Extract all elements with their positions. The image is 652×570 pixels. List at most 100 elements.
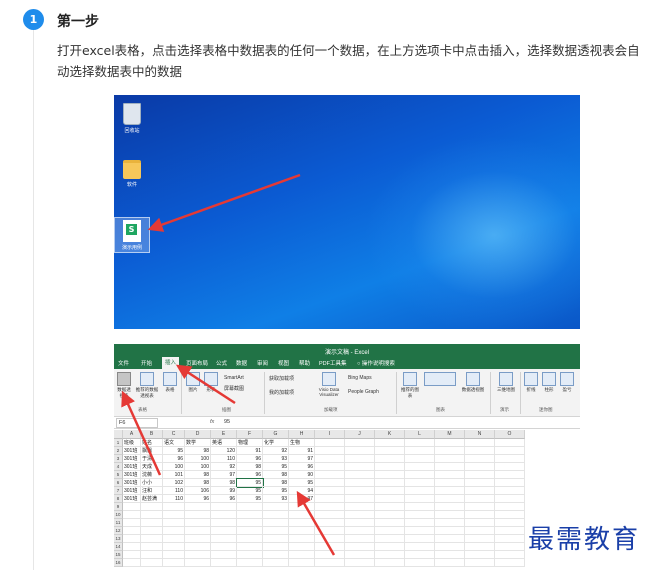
empty-cell[interactable] (263, 527, 289, 535)
data-cell[interactable]: 92 (263, 447, 289, 455)
empty-cell[interactable] (263, 551, 289, 559)
empty-cell[interactable] (345, 527, 375, 535)
empty-cell[interactable] (405, 503, 435, 511)
empty-cell[interactable] (315, 527, 345, 535)
empty-cell[interactable] (123, 559, 141, 567)
empty-cell[interactable] (495, 527, 525, 535)
data-cell[interactable]: 97 (289, 495, 315, 503)
row-header[interactable]: 16 (114, 559, 123, 567)
empty-cell[interactable] (345, 519, 375, 527)
empty-cell[interactable] (211, 535, 237, 543)
empty-cell[interactable] (263, 535, 289, 543)
data-cell[interactable]: 赵芸满 (141, 495, 163, 503)
empty-cell[interactable] (237, 559, 263, 567)
column-header[interactable]: K (375, 430, 405, 439)
empty-cell[interactable] (315, 455, 345, 463)
empty-cell[interactable] (263, 543, 289, 551)
empty-cell[interactable] (495, 543, 525, 551)
empty-cell[interactable] (141, 551, 163, 559)
empty-cell[interactable] (495, 439, 525, 447)
data-cell[interactable]: 98 (185, 471, 211, 479)
empty-cell[interactable] (163, 503, 185, 511)
data-cell[interactable]: 95 (163, 447, 185, 455)
data-cell[interactable]: 102 (163, 479, 185, 487)
empty-cell[interactable] (465, 519, 495, 527)
empty-cell[interactable] (315, 559, 345, 567)
empty-cell[interactable] (345, 495, 375, 503)
empty-cell[interactable] (375, 463, 405, 471)
pivot-chart-button[interactable]: 数据透视图 (460, 372, 486, 393)
empty-cell[interactable] (345, 455, 375, 463)
empty-cell[interactable] (405, 527, 435, 535)
empty-cell[interactable] (315, 551, 345, 559)
data-cell[interactable]: 100 (163, 463, 185, 471)
data-cell[interactable]: 98 (263, 471, 289, 479)
empty-cell[interactable] (435, 519, 465, 527)
empty-cell[interactable] (185, 511, 211, 519)
data-cell[interactable]: 92 (211, 463, 237, 471)
data-cell[interactable]: 96 (237, 471, 263, 479)
empty-cell[interactable] (405, 471, 435, 479)
empty-cell[interactable] (315, 463, 345, 471)
data-cell[interactable]: 93 (263, 455, 289, 463)
row-header[interactable]: 6 (114, 479, 123, 487)
column-header[interactable]: O (495, 430, 525, 439)
empty-cell[interactable] (495, 455, 525, 463)
empty-cell[interactable] (375, 447, 405, 455)
header-cell[interactable]: 语文 (163, 439, 185, 447)
empty-cell[interactable] (345, 447, 375, 455)
empty-cell[interactable] (237, 535, 263, 543)
empty-cell[interactable] (315, 519, 345, 527)
tab-page-layout[interactable]: 页面布局 (186, 359, 208, 367)
data-cell[interactable]: 98 (185, 479, 211, 487)
visio-button[interactable]: Visio Data Visualizer (314, 372, 344, 397)
empty-cell[interactable] (315, 503, 345, 511)
empty-cell[interactable] (123, 543, 141, 551)
empty-cell[interactable] (465, 535, 495, 543)
data-cell[interactable]: 96 (211, 495, 237, 503)
empty-cell[interactable] (465, 543, 495, 551)
data-cell[interactable]: 110 (163, 487, 185, 495)
empty-cell[interactable] (141, 511, 163, 519)
data-cell[interactable]: 98 (263, 479, 289, 487)
data-cell[interactable]: 95 (263, 463, 289, 471)
empty-cell[interactable] (465, 559, 495, 567)
empty-cell[interactable] (211, 511, 237, 519)
row-header[interactable]: 2 (114, 447, 123, 455)
header-cell[interactable]: 物理 (237, 439, 263, 447)
empty-cell[interactable] (345, 487, 375, 495)
winloss-sparkline-button[interactable]: 盈亏 (559, 372, 575, 393)
empty-cell[interactable] (289, 511, 315, 519)
empty-cell[interactable] (345, 551, 375, 559)
empty-cell[interactable] (289, 519, 315, 527)
row-header[interactable]: 10 (114, 511, 123, 519)
header-cell[interactable]: 班级 (123, 439, 141, 447)
fx-icon[interactable]: fx (210, 419, 214, 425)
empty-cell[interactable] (405, 551, 435, 559)
empty-cell[interactable] (375, 487, 405, 495)
data-cell[interactable]: 96 (237, 455, 263, 463)
empty-cell[interactable] (465, 439, 495, 447)
folder-icon[interactable]: 软件 (117, 160, 147, 188)
empty-cell[interactable] (375, 543, 405, 551)
data-cell[interactable]: 90 (289, 471, 315, 479)
column-header[interactable]: L (405, 430, 435, 439)
empty-cell[interactable] (315, 471, 345, 479)
empty-cell[interactable] (465, 463, 495, 471)
data-cell[interactable]: 95 (236, 478, 264, 488)
empty-cell[interactable] (435, 447, 465, 455)
empty-cell[interactable] (289, 551, 315, 559)
empty-cell[interactable] (237, 543, 263, 551)
empty-cell[interactable] (405, 463, 435, 471)
data-cell[interactable]: 小小 (141, 479, 163, 487)
empty-cell[interactable] (435, 543, 465, 551)
empty-cell[interactable] (263, 559, 289, 567)
data-cell[interactable]: 98 (211, 479, 237, 487)
empty-cell[interactable] (435, 479, 465, 487)
data-cell[interactable]: 97 (211, 471, 237, 479)
empty-cell[interactable] (237, 527, 263, 535)
empty-cell[interactable] (163, 527, 185, 535)
data-cell[interactable]: 93 (263, 495, 289, 503)
empty-cell[interactable] (465, 487, 495, 495)
tab-insert[interactable]: 插入 (162, 357, 180, 369)
